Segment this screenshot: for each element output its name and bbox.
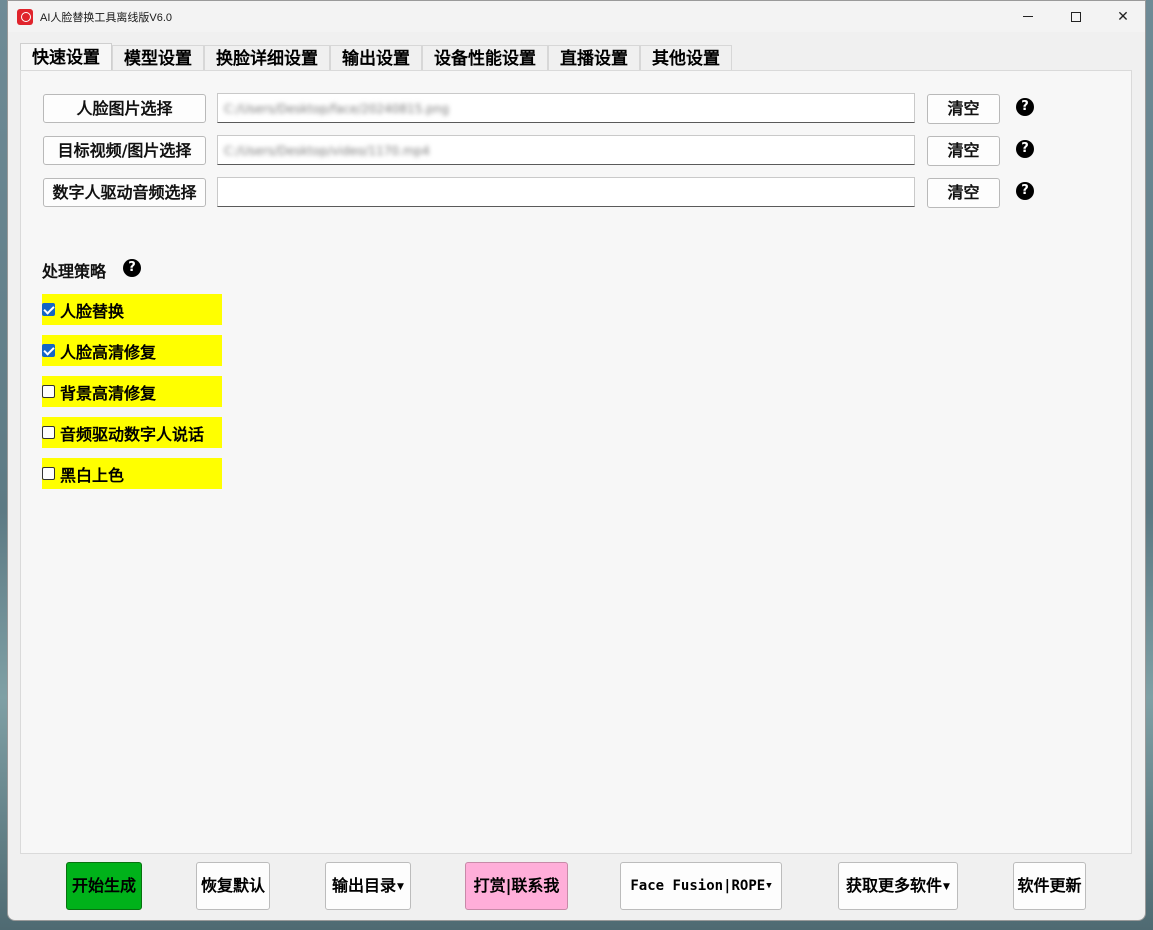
window-title: AI人脸替换工具离线版V6.0 <box>40 12 173 24</box>
caret-down-icon: ▼ <box>766 881 772 891</box>
reset-defaults-button[interactable]: 恢复默认 <box>196 862 270 910</box>
checkbox-checked[interactable] <box>42 303 55 316</box>
tab-device-performance[interactable]: 设备性能设置 <box>422 45 548 71</box>
more-software-button[interactable]: 获取更多软件▼ <box>838 862 958 910</box>
audio-clear-button[interactable]: 清空 <box>927 178 1000 208</box>
strategy-option-colorize[interactable]: 黑白上色 <box>42 458 222 489</box>
target-media-path-field[interactable]: C:/Users/Desktop/video/1170.mp4 <box>217 135 915 165</box>
software-update-button[interactable]: 软件更新 <box>1013 862 1086 910</box>
checkbox-unchecked[interactable] <box>42 385 55 398</box>
target-media-clear-button[interactable]: 清空 <box>927 136 1000 166</box>
audio-path-field[interactable] <box>217 177 915 207</box>
app-logo-icon <box>17 9 33 25</box>
close-icon: ✕ <box>1117 8 1129 25</box>
audio-select-button[interactable]: 数字人驱动音频选择 <box>43 178 206 207</box>
question-circle-icon[interactable]: ? <box>1016 182 1034 200</box>
engine-select-label: Face Fusion|ROPE <box>630 878 766 894</box>
option-label: 背景高清修复 <box>60 383 157 403</box>
minimize-icon <box>1023 16 1033 17</box>
target-media-select-button[interactable]: 目标视频/图片选择 <box>43 136 206 165</box>
checkbox-unchecked[interactable] <box>42 426 55 439</box>
checkbox-checked[interactable] <box>42 344 55 357</box>
option-label: 音频驱动数字人说话 <box>60 424 205 444</box>
strategy-option-background-enhance[interactable]: 背景高清修复 <box>42 376 222 407</box>
tab-quick-settings[interactable]: 快速设置 <box>20 43 112 71</box>
option-label: 人脸替换 <box>60 301 125 321</box>
tab-live-settings[interactable]: 直播设置 <box>548 45 640 71</box>
target-media-path-value: C:/Users/Desktop/video/1170.mp4 <box>224 144 430 158</box>
strategy-option-face-swap[interactable]: 人脸替换 <box>42 294 222 325</box>
checkbox-unchecked[interactable] <box>42 467 55 480</box>
face-image-path-value: C:/Users/Desktop/face/20240815.png <box>224 102 449 116</box>
strategy-option-audio-driven[interactable]: 音频驱动数字人说话 <box>42 417 222 448</box>
tab-output-settings[interactable]: 输出设置 <box>330 45 422 71</box>
quick-settings-panel: 人脸图片选择 C:/Users/Desktop/face/20240815.pn… <box>20 70 1132 854</box>
option-label: 黑白上色 <box>60 465 125 485</box>
strategy-option-face-enhance[interactable]: 人脸高清修复 <box>42 335 222 366</box>
caret-down-icon: ▼ <box>397 881 404 892</box>
caret-down-icon: ▼ <box>943 881 950 892</box>
question-circle-icon[interactable]: ? <box>1016 98 1034 116</box>
title-bar[interactable]: AI人脸替换工具离线版V6.0 ✕ <box>8 1 1145 32</box>
tab-bar: 快速设置 模型设置 换脸详细设置 输出设置 设备性能设置 直播设置 其他设置 <box>20 43 732 71</box>
question-circle-icon[interactable]: ? <box>123 259 141 277</box>
more-software-label: 获取更多软件 <box>846 876 943 895</box>
tab-model-settings[interactable]: 模型设置 <box>112 45 204 71</box>
close-button[interactable]: ✕ <box>1100 1 1145 32</box>
output-directory-button[interactable]: 输出目录▼ <box>325 862 411 910</box>
maximize-button[interactable] <box>1053 1 1099 32</box>
minimize-button[interactable] <box>1005 1 1051 32</box>
output-directory-label: 输出目录 <box>332 876 397 895</box>
tab-other-settings[interactable]: 其他设置 <box>640 45 732 71</box>
app-window: AI人脸替换工具离线版V6.0 ✕ 快速设置 模型设置 换脸详细设置 输出设置 … <box>7 0 1146 921</box>
face-image-path-field[interactable]: C:/Users/Desktop/face/20240815.png <box>217 93 915 123</box>
face-image-clear-button[interactable]: 清空 <box>927 94 1000 124</box>
strategy-label: 处理策略 <box>42 262 107 281</box>
engine-select-button[interactable]: Face Fusion|ROPE▼ <box>620 862 782 910</box>
tab-face-swap-details[interactable]: 换脸详细设置 <box>204 45 330 71</box>
face-image-select-button[interactable]: 人脸图片选择 <box>43 94 206 123</box>
maximize-icon <box>1071 11 1081 22</box>
start-generate-button[interactable]: 开始生成 <box>66 862 142 910</box>
question-circle-icon[interactable]: ? <box>1016 140 1034 158</box>
option-label: 人脸高清修复 <box>60 342 157 362</box>
donate-contact-button[interactable]: 打赏|联系我 <box>465 862 568 910</box>
